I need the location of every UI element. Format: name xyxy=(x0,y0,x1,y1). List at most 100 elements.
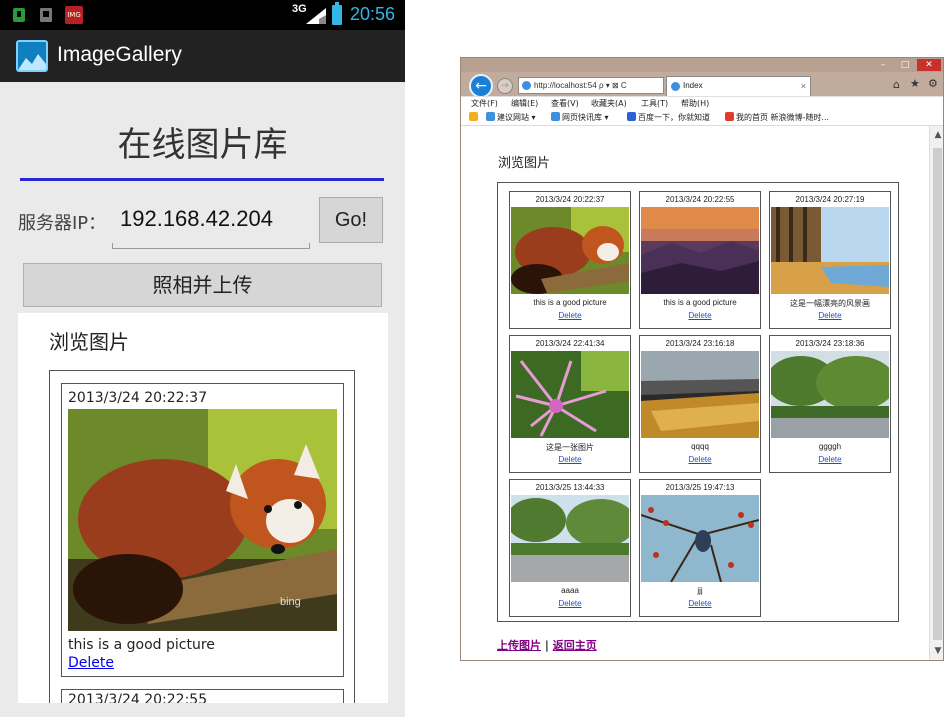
go-button[interactable]: Go! xyxy=(319,197,383,243)
title-divider xyxy=(20,178,384,181)
tab-title: Index xyxy=(683,81,703,90)
fav-label: 建议网站 ▾ xyxy=(497,113,536,122)
server-ip-input[interactable]: 192.168.42.204 xyxy=(120,206,273,232)
fav-weibo[interactable]: 我的首页 新浪微博-随时... xyxy=(725,112,829,123)
menu-edit[interactable]: 编辑(E) xyxy=(511,98,538,109)
delete-link[interactable]: Delete xyxy=(770,311,890,320)
item-caption: ggggh xyxy=(818,442,842,451)
window-caption: – □ ✕ xyxy=(461,58,943,72)
svg-text:bing: bing xyxy=(280,596,301,608)
item-caption: this is a good picture xyxy=(533,298,607,307)
gallery-app-icon[interactable] xyxy=(16,40,48,72)
app-notification-icon: IMG xyxy=(65,6,83,24)
pink-flower-photo xyxy=(511,351,629,438)
item-caption: jjj xyxy=(697,586,703,595)
red-panda-photo xyxy=(511,207,629,294)
item-date: 2013/3/24 23:18:36 xyxy=(795,339,865,348)
fav-web-slice[interactable]: 网页快讯库 ▾ xyxy=(551,112,609,123)
gallery-item: 2013/3/24 20:22:55 xyxy=(61,689,344,703)
delete-link[interactable]: Delete xyxy=(510,311,630,320)
gallery-item: 2013/3/24 23:18:36 ggggh Delete xyxy=(769,335,891,473)
bird-branch-photo xyxy=(641,495,759,582)
server-ip-label: 服务器IP： xyxy=(18,213,107,234)
fav-suggested-sites[interactable]: 建议网站 ▾ xyxy=(486,112,536,123)
item-date: 2013/3/24 20:22:37 xyxy=(68,390,208,406)
delete-link[interactable]: Delete xyxy=(640,311,760,320)
baidu-icon xyxy=(627,112,636,121)
page-footer-links: 上传图片 | 返回主页 xyxy=(497,637,597,653)
item-date: 2013/3/24 20:22:55 xyxy=(68,692,208,703)
red-panda-photo: bing xyxy=(68,409,337,631)
fav-label: 网页快讯库 ▾ xyxy=(562,113,609,122)
item-date: 2013/3/24 22:41:34 xyxy=(535,339,605,348)
signal-icon xyxy=(306,8,326,24)
clock: 20:56 xyxy=(350,4,396,24)
ie-icon xyxy=(551,112,560,121)
home-icon[interactable]: ⌂ xyxy=(893,78,900,91)
network-type: 3G xyxy=(292,3,307,15)
gallery-item: 2013/3/24 23:16:18 qqqq Delete xyxy=(639,335,761,473)
gallery-webview[interactable]: 浏览图片 2013/3/24 20:22:37 bing this is a g… xyxy=(18,313,388,703)
desk-closeup-photo xyxy=(641,351,759,438)
menu-bar: 文件(F) 编辑(E) 查看(V) 收藏夹(A) 工具(T) 帮助(H) xyxy=(461,96,943,110)
gallery-grid: 2013/3/24 20:22:37 this is a good pictur… xyxy=(497,182,899,622)
fav-baidu[interactable]: 百度一下，你就知道 xyxy=(627,112,710,123)
navigation-bar: ← → http://localhost:54 ρ ▾ ⊠ C Index × … xyxy=(461,72,943,98)
gallery-item: 2013/3/24 20:27:19 这是一幅漂亮的风景画 Delete xyxy=(769,191,891,329)
menu-view[interactable]: 查看(V) xyxy=(551,98,579,109)
app-title: ImageGallery xyxy=(57,43,182,66)
site-icon xyxy=(522,81,531,90)
address-bar[interactable]: http://localhost:54 ρ ▾ ⊠ C xyxy=(518,77,664,94)
weibo-icon xyxy=(725,112,734,121)
gallery-table: 2013/3/24 20:22:37 bing this is a good p… xyxy=(49,370,355,703)
tab-close-icon[interactable]: × xyxy=(801,77,806,95)
gallery-item: 2013/3/24 20:22:37 bing this is a good p… xyxy=(61,383,344,677)
sunset-mountains-photo xyxy=(641,207,759,294)
link-separator: | xyxy=(544,639,549,652)
android-phone-screen: IMG 3G 20:56 ImageGallery 在线图片库 服务器IP： 1… xyxy=(0,0,405,717)
item-caption: aaaa xyxy=(561,586,579,595)
scroll-up-icon[interactable]: ▲ xyxy=(930,130,943,140)
address-tools[interactable]: ρ ▾ ⊠ C xyxy=(599,81,627,90)
capture-upload-button[interactable]: 照相并上传 xyxy=(23,263,382,307)
minimize-button[interactable]: – xyxy=(873,59,893,71)
menu-file[interactable]: 文件(F) xyxy=(471,98,498,109)
item-date: 2013/3/24 23:16:18 xyxy=(665,339,735,348)
scroll-thumb[interactable] xyxy=(933,148,942,640)
gallery-item: 2013/3/24 20:22:55 this is a good pictur… xyxy=(639,191,761,329)
battery-icon xyxy=(332,2,342,25)
favorites-star-icon[interactable] xyxy=(469,112,480,122)
page-title: 在线图片库 xyxy=(117,125,288,165)
gallery-item: 2013/3/25 19:47:13 jjj Delete xyxy=(639,479,761,617)
delete-link[interactable]: Delete xyxy=(640,599,760,608)
scroll-down-icon[interactable]: ▼ xyxy=(930,646,943,656)
delete-link[interactable]: Delete xyxy=(640,455,760,464)
item-caption: this is a good picture xyxy=(68,637,215,653)
maximize-button[interactable]: □ xyxy=(895,59,915,71)
back-arrow-icon[interactable]: ← xyxy=(469,74,493,98)
gallery-item: 2013/3/24 22:41:34 这是一张图片 Delete xyxy=(509,335,631,473)
browse-heading: 浏览图片 xyxy=(498,156,551,171)
menu-tools[interactable]: 工具(T) xyxy=(641,98,668,109)
favorites-star-icon[interactable]: ★ xyxy=(910,77,920,90)
app-notification-label: IMG xyxy=(67,11,81,19)
tab-index[interactable]: Index × xyxy=(666,76,811,96)
park-road-photo xyxy=(511,495,629,582)
menu-favorites[interactable]: 收藏夹(A) xyxy=(591,98,627,109)
sd-card-icon xyxy=(37,6,55,24)
delete-link[interactable]: Delete xyxy=(770,455,890,464)
fav-label: 我的首页 新浪微博-随时... xyxy=(736,113,830,122)
delete-link[interactable]: Delete xyxy=(510,599,630,608)
forward-arrow-icon[interactable]: → xyxy=(497,78,513,94)
upload-link[interactable]: 上传图片 xyxy=(497,639,541,652)
address-url: http://localhost:54 xyxy=(534,81,597,90)
delete-link[interactable]: Delete xyxy=(510,455,630,464)
menu-help[interactable]: 帮助(H) xyxy=(681,98,709,109)
delete-link[interactable]: Delete xyxy=(68,655,114,671)
home-link[interactable]: 返回主页 xyxy=(553,639,597,652)
vertical-scrollbar[interactable]: ▲ ▼ xyxy=(929,126,943,660)
close-button[interactable]: ✕ xyxy=(917,59,941,71)
page-content: 浏览图片 2013/3/24 20:22:37 this is a good p… xyxy=(461,126,929,660)
item-date: 2013/3/24 20:22:37 xyxy=(535,195,605,204)
gear-icon[interactable]: ⚙ xyxy=(928,77,938,90)
